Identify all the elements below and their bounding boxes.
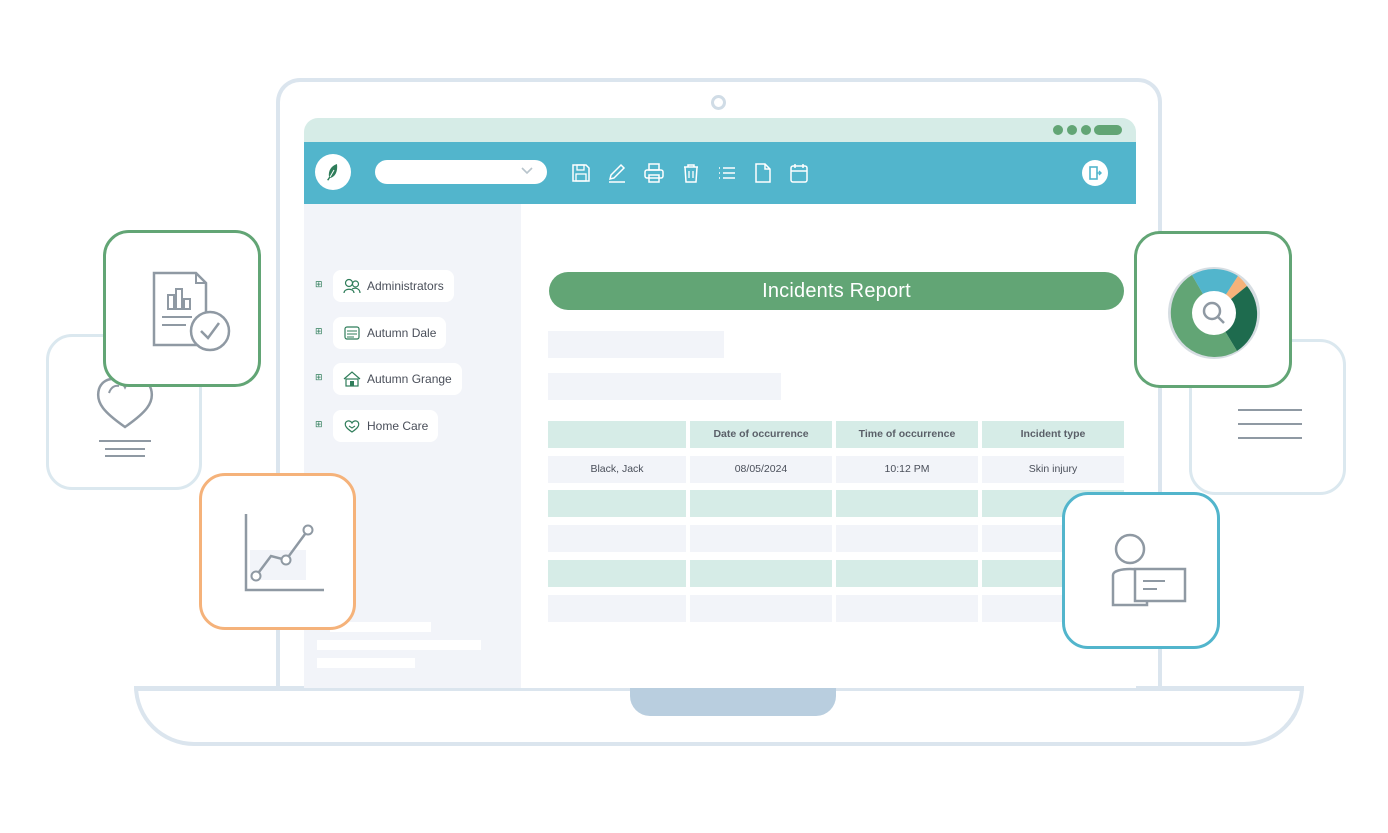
placeholder-line	[317, 658, 415, 668]
door-exit-icon	[1089, 166, 1102, 180]
sidebar-chip[interactable]: Autumn Grange	[333, 363, 462, 395]
window-dot-icon[interactable]	[1081, 125, 1091, 135]
table-row-empty[interactable]	[690, 525, 832, 552]
donut-search-icon	[1168, 267, 1260, 359]
sidebar-item-label: Home Care	[367, 419, 429, 433]
table-row-empty[interactable]	[548, 595, 686, 622]
table-cell[interactable]: Black, Jack	[548, 456, 686, 483]
house-icon	[343, 371, 361, 387]
app-window: ⊞ Administrators ⊞ Autumn Dale ⊞ Autumn …	[304, 118, 1136, 688]
table-header-cell[interactable]: Date of occurrence	[690, 421, 832, 448]
laptop-notch	[630, 688, 836, 716]
table-cell[interactable]: 10:12 PM	[836, 456, 978, 483]
table-row-empty[interactable]	[836, 560, 978, 587]
list-icon[interactable]	[716, 162, 738, 184]
table-row-empty[interactable]	[548, 560, 686, 587]
heart-hands-icon	[344, 420, 360, 433]
sidebar-chip[interactable]: Administrators	[333, 270, 454, 302]
logo	[315, 154, 351, 190]
table-cell[interactable]: Skin injury	[982, 456, 1124, 483]
table-row-empty[interactable]	[836, 595, 978, 622]
edit-icon[interactable]	[606, 162, 628, 184]
user-card	[1062, 492, 1220, 649]
toolbar	[304, 142, 1136, 204]
line-chart-card	[199, 473, 356, 630]
sidebar-item-label: Autumn Dale	[367, 326, 437, 340]
facility-select[interactable]	[375, 160, 547, 184]
page-title: Incidents Report	[549, 272, 1124, 310]
print-icon[interactable]	[643, 162, 665, 184]
expand-icon[interactable]: ⊞	[315, 421, 324, 430]
window-dot-icon[interactable]	[1053, 125, 1063, 135]
table-row-empty[interactable]	[690, 560, 832, 587]
window-dot-icon[interactable]	[1067, 125, 1077, 135]
filter-placeholder[interactable]	[548, 331, 724, 358]
window-title-strip	[304, 118, 1136, 142]
line-chart-icon	[244, 514, 324, 592]
expand-icon[interactable]: ⊞	[315, 328, 324, 337]
filter-placeholder[interactable]	[548, 373, 781, 400]
table-row-empty[interactable]	[836, 490, 978, 517]
sidebar-item-label: Administrators	[367, 279, 444, 293]
donut-card	[1134, 231, 1292, 388]
report-card	[103, 230, 261, 387]
table-header-cell[interactable]	[548, 421, 686, 448]
sidebar-chip[interactable]: Autumn Dale	[333, 317, 447, 349]
table-header-cell[interactable]: Incident type	[982, 421, 1124, 448]
sidebar-chip[interactable]: Home Care	[333, 410, 439, 442]
lines-icon	[1238, 409, 1302, 439]
logout-icon[interactable]	[1082, 160, 1108, 186]
table-row-empty[interactable]	[548, 525, 686, 552]
expand-icon[interactable]: ⊞	[315, 281, 324, 290]
sidebar-item-label: Autumn Grange	[367, 372, 452, 386]
building-icon	[344, 326, 360, 340]
placeholder-line	[317, 640, 481, 650]
camera-icon	[711, 95, 726, 110]
chevron-down-icon	[521, 167, 533, 175]
save-icon[interactable]	[570, 162, 592, 184]
document-icon[interactable]	[752, 162, 774, 184]
table-row-empty[interactable]	[690, 490, 832, 517]
table-header-cell[interactable]: Time of occurrence	[836, 421, 978, 448]
table-cell[interactable]: 08/05/2024	[690, 456, 832, 483]
report-check-icon	[152, 271, 231, 352]
window-pill-icon[interactable]	[1094, 125, 1122, 135]
calendar-icon[interactable]	[788, 162, 810, 184]
trash-icon[interactable]	[680, 162, 702, 184]
table-row-empty[interactable]	[836, 525, 978, 552]
people-icon	[343, 278, 361, 294]
user-id-card-icon	[1111, 533, 1187, 607]
table-row-empty[interactable]	[690, 595, 832, 622]
feather-logo-icon	[327, 164, 338, 181]
table-row-empty[interactable]	[548, 490, 686, 517]
expand-icon[interactable]: ⊞	[315, 374, 324, 383]
